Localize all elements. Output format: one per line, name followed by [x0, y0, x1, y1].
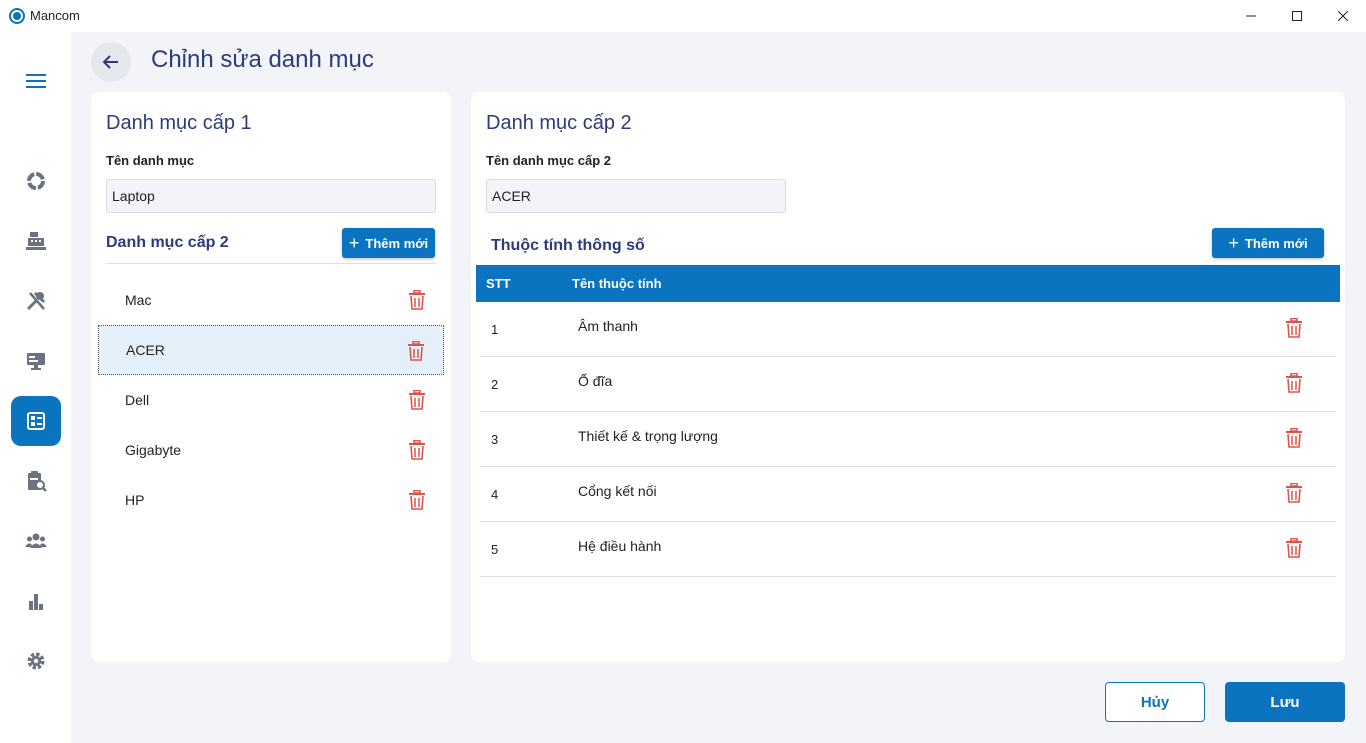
clipboard-search-icon: [28, 471, 47, 492]
trash-icon[interactable]: [408, 290, 426, 310]
sidebar: [0, 32, 71, 743]
list-item[interactable]: Dell: [98, 375, 444, 425]
arrow-left-icon: [102, 55, 118, 69]
back-button[interactable]: [91, 42, 131, 82]
row-stt: 3: [491, 432, 499, 447]
monitor-icon: [27, 353, 45, 370]
level2-list: Mac ACER Dell Gigabyte HP: [98, 275, 444, 525]
trash-icon[interactable]: [1285, 318, 1303, 338]
title-bar: Mancom: [0, 0, 1366, 32]
bar-chart-icon: [29, 594, 43, 610]
table-row: 2 Ổ đĩa: [480, 357, 1336, 412]
sidebar-item-reports[interactable]: [11, 576, 61, 626]
page-title: Chỉnh sửa danh mục: [151, 46, 374, 73]
row-stt: 4: [491, 487, 499, 502]
column-header-name: Tên thuộc tính: [572, 276, 662, 291]
level1-panel: Danh mục cấp 1 Tên danh mục Laptop Danh …: [91, 92, 451, 662]
level2-panel: Danh mục cấp 2 Tên danh mục cấp 2 ACER T…: [471, 92, 1345, 662]
cash-register-icon: [26, 232, 46, 250]
category-name-label: Tên danh mục: [106, 153, 195, 168]
attributes-heading: Thuộc tính thông số: [491, 237, 645, 254]
row-name: Âm thanh: [578, 318, 638, 334]
divider: [106, 263, 436, 264]
list-item-label: Gigabyte: [125, 442, 182, 458]
level2-list-heading: Danh mục cấp 2: [106, 234, 229, 251]
sidebar-item-settings[interactable]: [11, 636, 61, 686]
trash-icon[interactable]: [1285, 373, 1303, 393]
maximize-icon: [1292, 11, 1302, 21]
level2-heading: Danh mục cấp 2: [486, 112, 632, 134]
level2-name-input[interactable]: ACER: [486, 179, 786, 213]
trash-icon[interactable]: [1285, 538, 1303, 558]
sidebar-item-categories[interactable]: [11, 396, 61, 446]
row-name: Thiết kế & trọng lượng: [578, 428, 718, 444]
sidebar-item-devices[interactable]: [11, 336, 61, 386]
minimize-icon: [1246, 15, 1256, 17]
add-level2-button[interactable]: + Thêm mới: [342, 228, 435, 258]
cancel-button[interactable]: Hủy: [1105, 682, 1205, 722]
list-item[interactable]: HP: [98, 475, 444, 525]
gear-icon: [27, 652, 45, 670]
maximize-button[interactable]: [1274, 0, 1320, 32]
trash-icon[interactable]: [1285, 483, 1303, 503]
level2-name-label: Tên danh mục cấp 2: [486, 153, 611, 168]
add-attribute-label: Thêm mới: [1244, 235, 1308, 251]
row-name: Hệ điều hành: [578, 538, 662, 554]
close-icon: [1338, 11, 1348, 21]
sidebar-item-sales[interactable]: [11, 216, 61, 266]
menu-icon: [26, 74, 46, 88]
plus-icon: +: [348, 233, 360, 253]
dashboard-icon: [27, 172, 45, 190]
add-attribute-button[interactable]: + Thêm mới: [1212, 228, 1324, 258]
sidebar-item-inspection[interactable]: [11, 456, 61, 506]
row-name: Cổng kết nối: [578, 483, 657, 499]
row-stt: 1: [491, 322, 499, 337]
list-item[interactable]: Gigabyte: [98, 425, 444, 475]
table-row: 4 Cổng kết nối: [480, 467, 1336, 522]
save-button[interactable]: Lưu: [1225, 682, 1345, 722]
row-stt: 5: [491, 542, 499, 557]
add-level2-label: Thêm mới: [365, 235, 429, 251]
minimize-button[interactable]: [1228, 0, 1274, 32]
trash-icon[interactable]: [408, 440, 426, 460]
close-button[interactable]: [1320, 0, 1366, 32]
sidebar-item-customers[interactable]: [11, 516, 61, 566]
list-item[interactable]: ACER: [98, 325, 444, 375]
row-stt: 2: [491, 377, 499, 392]
list-item-label: Dell: [125, 392, 150, 408]
category-name-input[interactable]: Laptop: [106, 179, 436, 213]
row-name: Ổ đĩa: [578, 373, 613, 389]
plus-icon: +: [1228, 233, 1239, 253]
column-header-stt: STT: [486, 276, 511, 291]
sidebar-item-dashboard[interactable]: [11, 156, 61, 206]
level1-heading: Danh mục cấp 1: [106, 112, 252, 134]
table-row: 3 Thiết kế & trọng lượng: [480, 412, 1336, 467]
main-content: Chỉnh sửa danh mục Danh mục cấp 1 Tên da…: [71, 32, 1366, 743]
sidebar-item-repair[interactable]: [11, 276, 61, 326]
table-row: 1 Âm thanh: [480, 302, 1336, 357]
app-logo-icon: [9, 8, 25, 24]
table-row: 5 Hệ điều hành: [480, 522, 1336, 577]
category-icon: [27, 412, 45, 430]
app-title: Mancom: [30, 8, 80, 23]
menu-toggle-button[interactable]: [11, 56, 61, 106]
attributes-table-header: STT Tên thuộc tính: [476, 265, 1340, 302]
trash-icon[interactable]: [407, 341, 425, 361]
list-item-label: ACER: [126, 342, 165, 358]
list-item[interactable]: Mac: [98, 275, 444, 325]
users-icon: [25, 533, 47, 548]
list-item-label: Mac: [125, 292, 152, 308]
tools-icon: [26, 291, 46, 311]
attributes-table: 1 Âm thanh 2 Ổ đĩa 3 Thiết kế & trọng lư…: [480, 302, 1336, 577]
trash-icon[interactable]: [1285, 428, 1303, 448]
trash-icon[interactable]: [408, 390, 426, 410]
trash-icon[interactable]: [408, 490, 426, 510]
list-item-label: HP: [125, 492, 145, 508]
